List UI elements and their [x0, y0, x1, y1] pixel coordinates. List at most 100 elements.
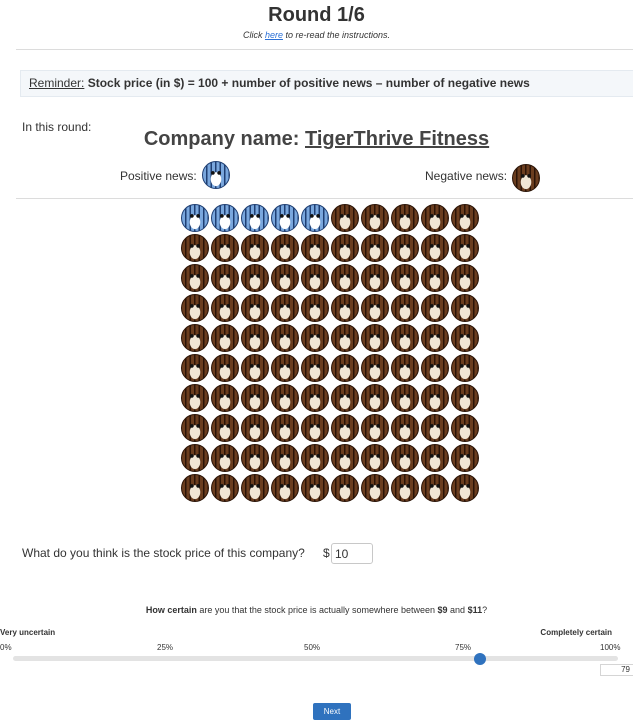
certainty-slider-track[interactable]: [13, 656, 618, 661]
tiger-negative-icon: [271, 384, 299, 412]
certainty-low: $9: [437, 605, 448, 615]
tiger-negative-icon: [211, 264, 239, 292]
tiger-negative-icon: [301, 474, 329, 502]
tiger-negative-icon: [241, 414, 269, 442]
reminder-box: Reminder: Stock price (in $) = 100 + num…: [20, 70, 633, 97]
slider-tick: 75%: [455, 643, 472, 652]
slider-tick: 100%: [600, 643, 621, 652]
tiger-negative-icon: [361, 324, 389, 352]
tiger-negative-icon: [271, 414, 299, 442]
tiger-negative-icon: [301, 264, 329, 292]
tiger-negative-icon: [331, 234, 359, 262]
tiger-negative-icon: [361, 354, 389, 382]
tiger-negative-icon: [241, 234, 269, 262]
tiger-positive-icon: [202, 161, 230, 189]
tiger-negative-icon: [331, 384, 359, 412]
tiger-negative-icon: [451, 414, 479, 442]
tiger-negative-icon: [361, 444, 389, 472]
tiger-negative-icon: [391, 294, 419, 322]
tiger-negative-icon: [421, 204, 449, 232]
tiger-negative-icon: [271, 324, 299, 352]
positive-news-label: Positive news:: [120, 169, 197, 183]
tiger-negative-icon: [421, 354, 449, 382]
tiger-negative-icon: [331, 444, 359, 472]
instructions-line: Click here to re-read the instructions.: [0, 30, 633, 40]
tiger-negative-icon: [181, 444, 209, 472]
tiger-negative-icon: [421, 444, 449, 472]
tiger-negative-icon: [241, 294, 269, 322]
price-question: What do you think is the stock price of …: [22, 546, 305, 560]
tiger-negative-icon: [181, 414, 209, 442]
tiger-negative-icon: [391, 354, 419, 382]
currency-symbol: $: [323, 546, 330, 560]
tiger-negative-icon: [391, 474, 419, 502]
tiger-negative-icon: [241, 264, 269, 292]
tiger-negative-icon: [391, 444, 419, 472]
tiger-negative-icon: [181, 264, 209, 292]
tiger-negative-icon: [451, 234, 479, 262]
instructions-post: to re-read the instructions.: [282, 30, 391, 40]
tiger-negative-icon: [301, 384, 329, 412]
tiger-negative-icon: [181, 384, 209, 412]
tiger-negative-icon: [301, 324, 329, 352]
tiger-negative-icon: [301, 414, 329, 442]
tiger-negative-icon: [331, 294, 359, 322]
divider: [16, 198, 633, 199]
slider-tick: 50%: [304, 643, 321, 652]
company-heading: Company name: TigerThrive Fitness: [0, 128, 633, 151]
slider-tick: 25%: [157, 643, 174, 652]
certainty-value: 79: [600, 664, 633, 676]
tiger-negative-icon: [391, 324, 419, 352]
tiger-positive-icon: [211, 204, 239, 232]
tiger-negative-icon: [241, 354, 269, 382]
tiger-negative-icon: [271, 474, 299, 502]
tiger-negative-icon: [181, 234, 209, 262]
tiger-negative-icon: [241, 474, 269, 502]
tiger-negative-icon: [421, 384, 449, 412]
instructions-link[interactable]: here: [265, 30, 283, 40]
slider-tick: 0%: [0, 643, 12, 652]
tiger-negative-icon: [421, 234, 449, 262]
reminder-label: Reminder:: [29, 76, 85, 90]
certainty-high: $11: [467, 605, 483, 615]
tiger-negative-icon: [331, 264, 359, 292]
tiger-negative-icon: [361, 234, 389, 262]
tiger-negative-icon: [301, 294, 329, 322]
tiger-negative-icon: [421, 294, 449, 322]
tiger-negative-icon: [451, 354, 479, 382]
tiger-positive-icon: [241, 204, 269, 232]
tiger-positive-icon: [181, 204, 209, 232]
certainty-question: How certain are you that the stock price…: [0, 605, 633, 615]
tiger-negative-icon: [211, 444, 239, 472]
stock-price-input[interactable]: [331, 543, 373, 564]
tiger-negative-icon: [181, 474, 209, 502]
round-title: Round 1/6: [268, 4, 365, 26]
tiger-negative-icon: [451, 474, 479, 502]
tiger-negative-icon: [361, 384, 389, 412]
tiger-negative-icon: [331, 324, 359, 352]
tiger-negative-icon: [271, 234, 299, 262]
tiger-negative-icon: [391, 384, 419, 412]
tiger-negative-icon: [421, 414, 449, 442]
tiger-negative-icon: [271, 354, 299, 382]
tiger-negative-icon: [301, 234, 329, 262]
tiger-negative-icon: [211, 354, 239, 382]
tiger-negative-icon: [361, 414, 389, 442]
tiger-negative-icon: [421, 474, 449, 502]
tiger-negative-icon: [211, 384, 239, 412]
tiger-negative-icon: [331, 204, 359, 232]
tiger-negative-icon: [241, 384, 269, 412]
tiger-negative-icon: [451, 204, 479, 232]
tiger-negative-icon: [181, 294, 209, 322]
certainty-q-end: ?: [482, 605, 488, 615]
tiger-negative-icon: [211, 414, 239, 442]
news-grid: [181, 204, 481, 504]
next-button[interactable]: Next: [313, 703, 351, 720]
certainty-slider-thumb[interactable]: [474, 653, 486, 665]
tiger-negative-icon: [391, 414, 419, 442]
tiger-negative-icon: [331, 354, 359, 382]
tiger-negative-icon: [331, 414, 359, 442]
tiger-negative-icon: [211, 234, 239, 262]
tiger-positive-icon: [271, 204, 299, 232]
tiger-negative-icon: [512, 164, 540, 192]
